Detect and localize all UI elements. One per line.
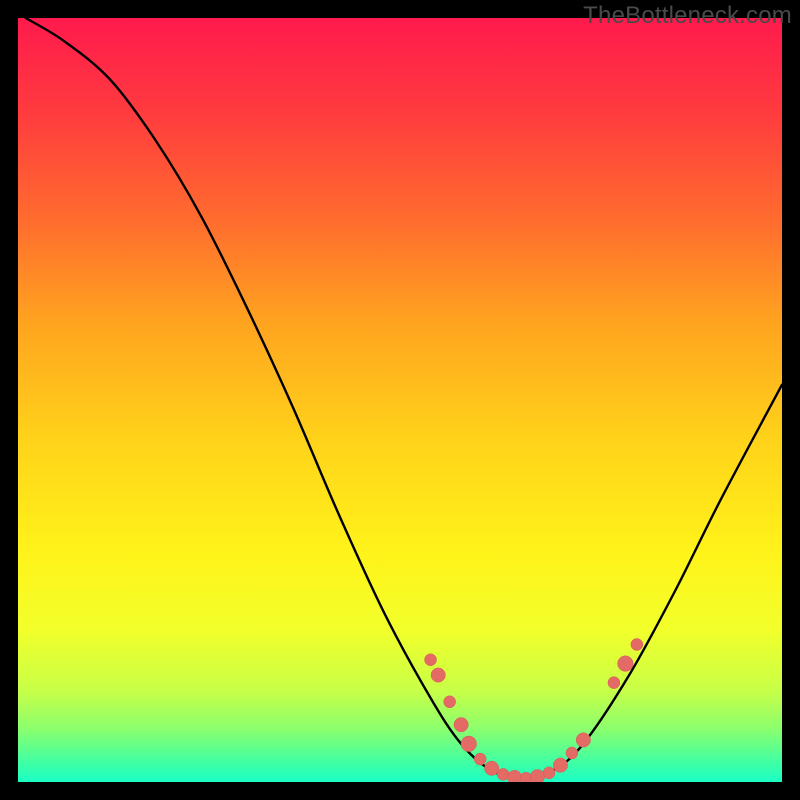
bottleneck-curve <box>26 18 782 778</box>
plot-area <box>18 18 782 782</box>
watermark-text: TheBottleneck.com <box>583 2 792 30</box>
sample-dot <box>530 769 544 782</box>
sample-dot <box>484 761 498 775</box>
sample-dot <box>566 747 578 759</box>
sample-dot <box>507 770 521 782</box>
sample-dots <box>425 638 643 782</box>
sample-dot <box>461 736 477 752</box>
sample-dot <box>425 654 437 666</box>
sample-dot <box>576 733 590 747</box>
sample-dot <box>618 656 634 672</box>
sample-dot <box>608 677 620 689</box>
sample-dot <box>454 718 468 732</box>
sample-dot <box>431 668 445 682</box>
curve-layer <box>18 18 782 782</box>
chart-frame: { "watermark": "TheBottleneck.com", "col… <box>0 0 800 800</box>
sample-dot <box>444 696 456 708</box>
sample-dot <box>543 767 555 779</box>
sample-dot <box>474 753 486 765</box>
sample-dot <box>631 638 643 650</box>
sample-dot <box>553 758 567 772</box>
